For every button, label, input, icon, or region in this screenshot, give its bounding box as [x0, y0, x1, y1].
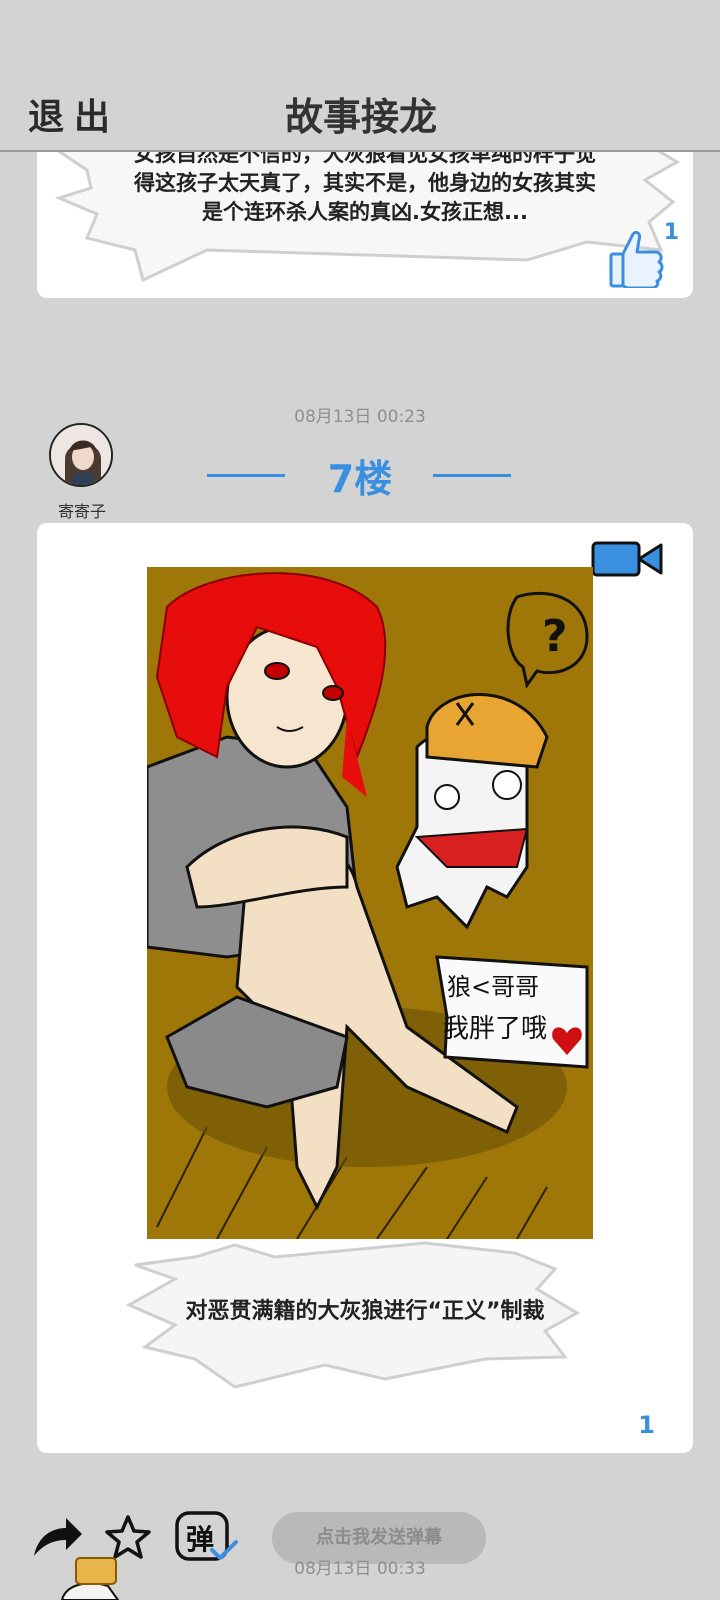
- post-card: ? 狼<哥哥 我胖了哦 对恶贯满籍的大灰狼进行“正义”制裁 1: [37, 523, 693, 1453]
- post-artwork: ? 狼<哥哥 我胖了哦: [147, 567, 593, 1239]
- post-count[interactable]: 1: [638, 1411, 655, 1439]
- video-camera-icon[interactable]: [591, 539, 663, 579]
- next-post-avatar: [60, 1557, 120, 1600]
- floor-divider-right: [433, 474, 511, 477]
- artwork-sign-line2: 我胖了哦: [443, 1014, 547, 1044]
- artwork-drawing: ? 狼<哥哥 我胖了哦: [147, 567, 593, 1239]
- artwork-sign-line1: 狼<哥哥: [447, 973, 539, 1001]
- floor-label: 7楼: [327, 457, 393, 501]
- like-count: 1: [663, 220, 679, 245]
- previous-post-text: 女孩自然是不信的，大灰狼看见女孩单纯的样子觉得这孩子太天真了，其实不是，他身边的…: [134, 142, 596, 224]
- artwork-question-mark: ?: [542, 611, 568, 662]
- page-title: 故事接龙: [284, 95, 437, 139]
- post-caption: 对恶贯满籍的大灰狼进行“正义”制裁: [185, 1299, 545, 1324]
- thumbs-up-icon: [609, 230, 664, 288]
- header-bar: 退出 故事接龙: [0, 0, 720, 152]
- like-button[interactable]: 1: [609, 220, 679, 290]
- danmaku-icon-text: 弹: [186, 1523, 215, 1556]
- post-date: 08月13日 00:23: [294, 407, 426, 427]
